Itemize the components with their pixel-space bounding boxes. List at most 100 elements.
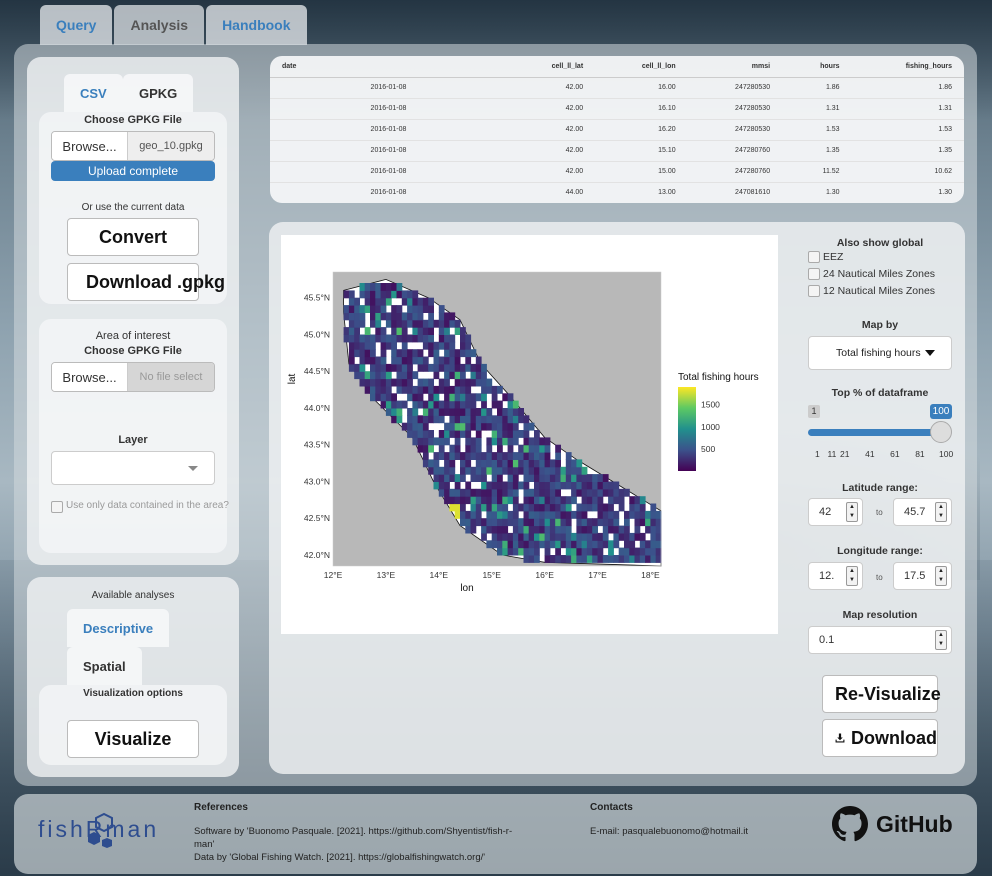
heat-cell xyxy=(433,466,440,475)
heat-cell xyxy=(528,503,535,512)
heat-cell xyxy=(586,518,593,527)
column-header[interactable]: hours xyxy=(782,56,852,78)
tab-spatial[interactable]: Spatial xyxy=(67,647,142,685)
heat-cell xyxy=(481,408,487,416)
heat-cell xyxy=(581,481,588,490)
github-link[interactable]: GitHub xyxy=(832,806,953,842)
y-tick-label: 45.5°N xyxy=(304,293,330,303)
heat-cell xyxy=(348,305,355,313)
heat-cell xyxy=(571,459,577,468)
resolution-label: Map resolution xyxy=(842,609,918,621)
nm24-checkbox[interactable] xyxy=(808,268,820,280)
area-file-input[interactable]: Browse... No file select xyxy=(51,362,215,392)
lon-from-input[interactable]: 12. ▲ ▼ xyxy=(808,562,863,590)
spinner-icon[interactable]: ▲ ▼ xyxy=(846,502,858,522)
heat-cell xyxy=(460,349,466,358)
tab-query[interactable]: Query xyxy=(40,5,113,45)
resolution-input[interactable]: 0.1 ▲ ▼ xyxy=(808,626,952,654)
heat-cell xyxy=(438,488,445,497)
contact-email[interactable]: E-mail: pasqualebuonomo@hotmail.it xyxy=(590,825,748,838)
heat-cell xyxy=(518,408,524,416)
file-input[interactable]: Browse... geo_10.gpkg xyxy=(51,131,215,161)
spinner-icon[interactable]: ▲ ▼ xyxy=(935,566,947,586)
spinner-icon[interactable]: ▲ ▼ xyxy=(935,630,947,650)
resolution-value: 0.1 xyxy=(819,634,835,646)
heat-cell xyxy=(486,459,493,468)
column-header[interactable]: date xyxy=(270,56,507,78)
table-cell: 247280530 xyxy=(687,98,783,120)
heat-cell xyxy=(438,363,445,372)
heat-cell xyxy=(592,555,598,563)
area-title: Area of interest xyxy=(95,330,171,342)
heat-cell xyxy=(534,555,540,563)
heat-cell xyxy=(629,532,636,541)
top-pct-slider-track[interactable] xyxy=(808,429,944,436)
lat-from-input[interactable]: 42 ▲ ▼ xyxy=(808,498,863,526)
heat-cell xyxy=(470,503,477,512)
lat-to-input[interactable]: 45.7 ▲ ▼ xyxy=(893,498,952,526)
heat-cell xyxy=(475,378,482,387)
heat-cell xyxy=(534,547,540,556)
tab-descriptive-label: Descriptive xyxy=(83,620,154,636)
table-cell: 247280530 xyxy=(687,119,783,141)
heat-cell xyxy=(592,518,598,527)
heat-cell xyxy=(650,547,657,556)
convert-button-label: Convert xyxy=(98,226,167,247)
heat-cell xyxy=(407,290,413,299)
tab-descriptive[interactable]: Descriptive xyxy=(67,609,170,647)
spinner-icon[interactable]: ▲ ▼ xyxy=(935,502,947,522)
top-pct-slider-handle[interactable] xyxy=(930,421,952,443)
nm12-checkbox[interactable] xyxy=(808,285,820,297)
analyses-title: Available analyses xyxy=(91,590,175,601)
table-cell: 1.30 xyxy=(782,182,852,203)
heat-cell xyxy=(412,290,419,299)
area-only-checkbox[interactable] xyxy=(51,501,63,513)
browse-button[interactable]: Browse... xyxy=(52,132,128,160)
layer-select[interactable] xyxy=(51,451,215,485)
heat-cell xyxy=(433,408,440,416)
heat-cell xyxy=(486,496,493,505)
lon-to-input[interactable]: 17.5 ▲ ▼ xyxy=(893,562,952,590)
tab-handbook[interactable]: Handbook xyxy=(206,5,307,45)
heat-cell xyxy=(438,341,445,350)
heat-cell xyxy=(534,525,540,534)
spinner-icon[interactable]: ▲ ▼ xyxy=(846,566,858,586)
download-map-button[interactable]: Download xyxy=(822,719,938,757)
heat-cell xyxy=(465,378,472,387)
heat-cell xyxy=(449,496,456,505)
heat-cell xyxy=(576,518,583,527)
tab-csv[interactable]: CSV xyxy=(64,74,123,112)
heat-cell xyxy=(549,510,556,519)
heat-cell xyxy=(417,430,424,438)
heat-cell xyxy=(576,488,583,497)
tab-analysis[interactable]: Analysis xyxy=(114,5,205,45)
eez-checkbox[interactable] xyxy=(808,251,820,263)
convert-button[interactable]: Convert xyxy=(67,218,199,256)
heat-cell xyxy=(507,532,514,541)
heat-cell xyxy=(618,547,625,556)
visualize-button[interactable]: Visualize xyxy=(67,720,199,758)
heat-cell xyxy=(581,466,588,475)
column-header[interactable]: mmsi xyxy=(687,56,783,78)
heat-cell xyxy=(629,496,636,505)
column-header[interactable]: cell_ll_lon xyxy=(595,56,688,78)
download-gpkg-button[interactable]: Download .gpkg xyxy=(67,263,225,301)
heat-cell xyxy=(375,327,382,335)
heat-cell xyxy=(629,503,636,512)
column-header[interactable]: cell_ll_lat xyxy=(506,56,596,78)
column-header[interactable]: fishing_hours xyxy=(851,56,964,78)
area-browse-button[interactable]: Browse... xyxy=(52,363,128,391)
tab-gpkg[interactable]: GPKG xyxy=(123,74,194,112)
revisualize-button[interactable]: Re-Visualize xyxy=(822,675,941,713)
heat-cell xyxy=(555,444,561,453)
heat-cell xyxy=(512,488,519,497)
heat-cell xyxy=(655,518,662,527)
heat-cell xyxy=(417,393,424,402)
heat-cell xyxy=(613,540,620,549)
table-cell: 42.00 xyxy=(506,77,596,99)
heat-cell xyxy=(422,385,429,394)
heat-cell xyxy=(512,437,519,446)
heat-cell xyxy=(629,555,636,563)
heat-cell xyxy=(512,474,519,482)
map-by-select[interactable]: Total fishing hours xyxy=(808,336,952,370)
